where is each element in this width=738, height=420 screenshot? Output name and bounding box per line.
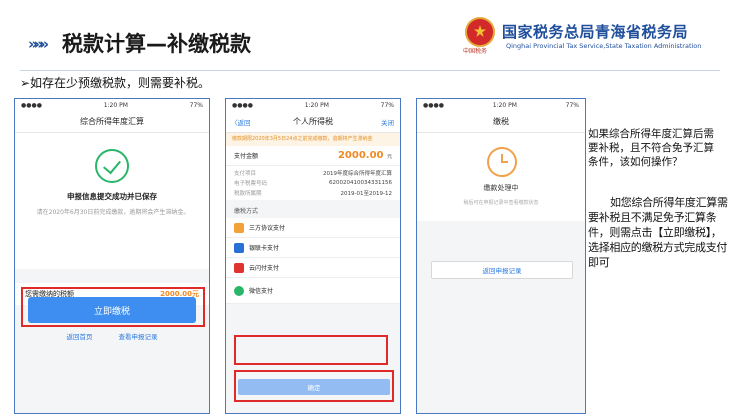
bureau-name: 国家税务总局青海省税务局 — [502, 23, 689, 41]
emblem-caption: 中国税务 — [463, 48, 488, 55]
payment-amount-row: 支付金额 2000.00 元 — [226, 146, 400, 166]
info-key: 电子税票号码 — [234, 181, 268, 187]
payment-amount-value: 2000.00 — [337, 150, 384, 161]
tripartite-icon — [234, 222, 244, 233]
pay-method-unionpay[interactable]: 银联卡支付 — [226, 238, 400, 258]
bureau-name-english: Qinghai Provincial Tax Service,State Tax… — [506, 42, 702, 50]
highlight-box — [21, 287, 205, 327]
phone-screenshot-payment: ●●●● 1:20 PM 77% 〈返回 个人所得税 关闭 缴款期限2020年3… — [225, 98, 401, 414]
info-row: 支付项目 2019年度综合所得年度汇算 — [234, 168, 392, 178]
battery-indicator: 77% — [380, 101, 394, 109]
pay-method-label: 三方协议支付 — [249, 225, 286, 232]
back-link[interactable]: 〈返回 — [231, 117, 251, 127]
check-circle-icon — [95, 149, 129, 183]
intro-text: ➢如存在少预缴税款，则需要补税。 — [20, 76, 211, 90]
wechat-icon — [234, 285, 244, 296]
quickpass-icon — [234, 262, 244, 273]
battery-indicator: 77% — [565, 101, 579, 109]
unionpay-icon — [234, 242, 244, 253]
success-card: 申报信息提交成功并已保存 请在2020年6月30日前完成缴款，逾期将会产生滞纳金… — [15, 133, 209, 269]
pay-method-label: 银联卡支付 — [249, 245, 280, 252]
payment-amount: 2000.00 元 — [338, 150, 392, 161]
nav-title: 缴税 — [493, 117, 509, 126]
success-title: 申报信息提交成功并已保存 — [67, 192, 157, 201]
pay-method-tripartite[interactable]: 三方协议支付 — [226, 218, 400, 238]
nav-bar: 综合所得年度汇算 — [15, 111, 209, 133]
nav-bar: 〈返回 个人所得税 关闭 — [226, 111, 400, 133]
chevron-right-icon: »»» — [28, 35, 49, 53]
info-row: 税款所属期 2019-01至2019-12 — [234, 188, 392, 198]
status-bar: ●●●● 1:20 PM 77% — [226, 99, 400, 111]
info-key: 支付项目 — [234, 171, 257, 177]
signal-icon: ●●●● — [423, 101, 444, 109]
footer-links: 返回首页 查看申报记录 — [15, 331, 209, 341]
payment-method-title: 缴税方式 — [226, 200, 400, 218]
phone-screenshot-processing: ●●●● 1:20 PM 77% 缴税 缴款处理中 稍后可在申报记录中查看缴款状… — [416, 98, 586, 414]
battery-indicator: 77% — [189, 101, 203, 109]
payment-info: 支付项目 2019年度综合所得年度汇算 电子税票号码 6200204100343… — [226, 166, 400, 200]
nav-title: 综合所得年度汇算 — [80, 117, 144, 126]
highlight-box — [234, 335, 388, 365]
payment-amount-unit: 元 — [386, 154, 392, 160]
deadline-notice: 缴款期限2020年3月5日24点之前完成缴款，逾期将产生滞纳金 — [226, 133, 400, 146]
question-text: 如果综合所得年度汇算后需要补税，且不符合免予汇算条件，该如何操作？ — [588, 128, 714, 168]
pay-method-label: 云闪付支付 — [249, 265, 280, 272]
tax-emblem-icon — [465, 17, 495, 47]
signal-icon: ●●●● — [21, 101, 42, 109]
header-divider — [20, 70, 720, 71]
status-bar: ●●●● 1:20 PM 77% — [417, 99, 585, 111]
clock-icon — [487, 147, 517, 177]
status-bar: ●●●● 1:20 PM 77% — [15, 99, 209, 111]
home-link[interactable]: 返回首页 — [67, 331, 93, 341]
info-value: 2019年度综合所得年度汇算 — [323, 171, 392, 177]
payment-amount-label: 支付金额 — [234, 153, 259, 160]
highlight-box — [234, 370, 394, 402]
processing-card: 缴款处理中 稍后可在申报记录中查看缴款状态 — [417, 133, 585, 221]
info-value: 2019-01至2019-12 — [340, 191, 392, 197]
status-time: 1:20 PM — [492, 101, 517, 109]
slide-header: »»» 税款计算—补缴税款 中国税务 国家税务总局青海省税务局 Qinghai … — [0, 0, 738, 72]
records-link[interactable]: 查看申报记录 — [119, 331, 158, 341]
answer-text: 如您综合所得年度汇算需要补税且不满足免予汇算条件，则需点击【立即缴税】，选择相应… — [588, 196, 728, 269]
back-to-records-button[interactable]: 返回申报记录 — [431, 261, 573, 279]
status-time: 1:20 PM — [103, 101, 128, 109]
pay-method-label: 微信支付 — [249, 288, 274, 295]
status-time: 1:20 PM — [304, 101, 329, 109]
info-key: 税款所属期 — [234, 191, 262, 197]
info-value: 620020410034331156 — [329, 180, 392, 186]
nav-title: 个人所得税 — [293, 117, 333, 126]
pay-method-quickpass[interactable]: 云闪付支付 — [226, 258, 400, 278]
processing-title: 缴款处理中 — [483, 184, 519, 192]
close-link[interactable]: 关闭 — [381, 117, 394, 127]
info-row: 电子税票号码 620020410034331156 — [234, 178, 392, 188]
deadline-hint: 请在2020年6月30日前完成缴款，逾期将会产生滞纳金。 — [36, 209, 190, 216]
pay-method-wechat[interactable]: 微信支付 — [226, 278, 400, 304]
processing-hint: 稍后可在申报记录中查看缴款状态 — [463, 200, 539, 206]
signal-icon: ●●●● — [232, 101, 253, 109]
nav-bar: 缴税 — [417, 111, 585, 133]
phone-screenshot-confirm: ●●●● 1:20 PM 77% 综合所得年度汇算 申报信息提交成功并已保存 请… — [14, 98, 210, 414]
slide-title: 税款计算—补缴税款 — [62, 32, 251, 56]
